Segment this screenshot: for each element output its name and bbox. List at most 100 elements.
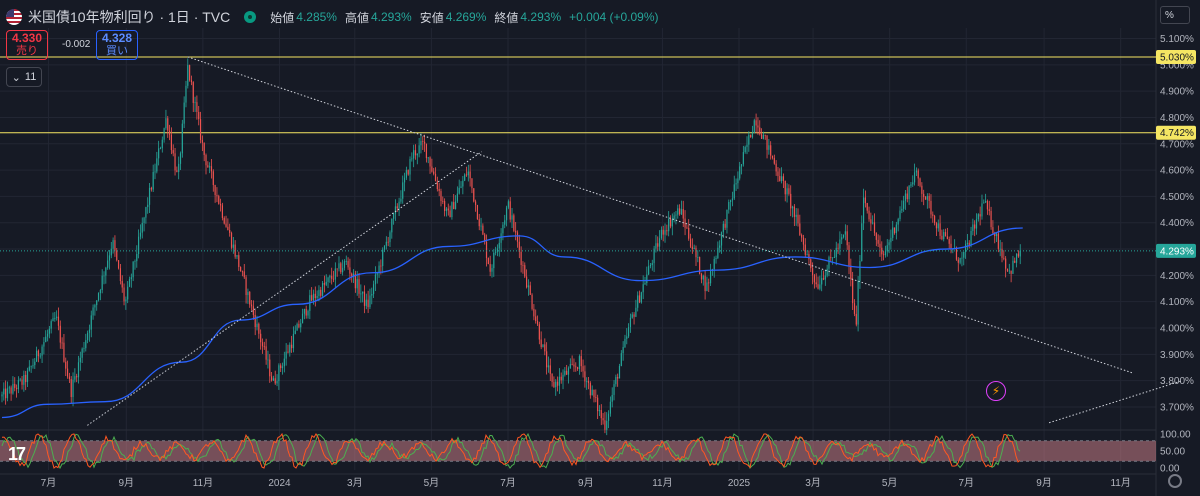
- symbol-title[interactable]: 米国債10年物利回り · 1日 · TVC: [28, 7, 230, 27]
- lightning-icon[interactable]: ⚡: [986, 381, 1006, 401]
- candle-body: [45, 336, 47, 343]
- candle-body: [342, 267, 344, 273]
- candle-body: [830, 257, 832, 259]
- candle-body: [453, 202, 455, 210]
- price-chart[interactable]: 7月 9月 11月 2024 3月 5月 7月 9月 11月 2025 3月 5月 7月 9月 11月 5.1…: [0, 0, 1200, 496]
- sell-label: 売り: [16, 45, 38, 57]
- candle-body: [912, 182, 914, 185]
- candle-body: [525, 276, 528, 288]
- candle-body: [974, 224, 976, 229]
- candle-body: [414, 150, 417, 156]
- candle-body: [462, 180, 464, 187]
- candle-body: [549, 365, 551, 374]
- candle-body: [134, 261, 136, 262]
- candle-body: [46, 333, 49, 337]
- candle-body: [130, 277, 132, 280]
- candle-body: [999, 248, 1001, 250]
- candle-body: [567, 368, 570, 375]
- candle-body: [101, 275, 103, 291]
- candle-body: [298, 323, 300, 328]
- settings-gear-icon[interactable]: [1168, 474, 1182, 488]
- candle-body: [254, 314, 256, 328]
- candle-body: [334, 268, 336, 280]
- candle-body: [498, 242, 500, 249]
- candle-body: [28, 366, 30, 371]
- candle-body: [81, 348, 83, 358]
- tradingview-logo-icon[interactable]: 17: [8, 444, 26, 465]
- candle-body: [138, 236, 140, 255]
- candle-body: [904, 193, 907, 201]
- candle-body: [551, 373, 553, 382]
- candle-body: [289, 344, 291, 353]
- candle-body: [460, 186, 462, 188]
- candle-body: [445, 208, 448, 211]
- candle-body: [163, 128, 165, 140]
- candle-body: [471, 178, 473, 189]
- candle-body: [283, 358, 285, 367]
- candle-body: [209, 166, 211, 168]
- candle-body: [848, 245, 850, 266]
- candle-body: [939, 223, 941, 236]
- candle-body: [449, 210, 451, 218]
- candle-body: [360, 293, 362, 295]
- x-tick-label: 7月: [500, 477, 516, 489]
- buy-button[interactable]: 4.328 買い: [96, 30, 138, 60]
- open-label: 始値: [270, 10, 295, 25]
- x-tick-label: 9月: [1036, 477, 1052, 489]
- candle-body: [713, 259, 715, 270]
- candle-body: [291, 344, 293, 349]
- candle-body: [88, 329, 91, 333]
- candle-body: [790, 193, 792, 209]
- x-tick-label: 5月: [424, 477, 440, 489]
- candle-body: [571, 364, 573, 365]
- oscillator-tick-label: 100.00: [1160, 430, 1191, 441]
- candle-body: [535, 316, 537, 322]
- candle-body: [39, 355, 41, 357]
- candle-body: [207, 165, 209, 168]
- candle-body: [842, 234, 845, 238]
- market-status-icon[interactable]: [244, 11, 257, 23]
- candle-body: [587, 380, 590, 384]
- candle-body: [935, 223, 938, 229]
- candle-body: [76, 376, 78, 378]
- y-tick-label: 5.100%: [1160, 34, 1194, 45]
- candle-body: [203, 142, 205, 155]
- candle-body: [801, 234, 803, 238]
- candle-body: [895, 224, 897, 234]
- candle-body: [143, 217, 145, 223]
- indicators-toggle-button[interactable]: ⌄ 11: [6, 67, 42, 87]
- candle-body: [995, 233, 998, 237]
- candle-body: [487, 258, 489, 265]
- buy-price: 4.328: [101, 31, 133, 45]
- candle-body: [192, 82, 194, 103]
- chevron-down-icon: ⌄: [11, 71, 21, 84]
- sell-button[interactable]: 4.330 売り: [6, 30, 48, 60]
- candle-body: [318, 289, 320, 296]
- y-tick-label: 4.600%: [1160, 166, 1194, 177]
- candle-body: [230, 232, 233, 248]
- candle-body: [576, 367, 579, 369]
- candle-body: [190, 80, 193, 83]
- candle-body: [844, 231, 846, 235]
- candle-body: [383, 245, 386, 250]
- candle-body: [957, 259, 959, 263]
- candle-body: [502, 224, 504, 234]
- y-tick-label: 3.900%: [1160, 350, 1194, 361]
- candle-body: [586, 380, 588, 382]
- candle-body: [108, 255, 111, 261]
- candle-body: [706, 282, 708, 292]
- candle-body: [649, 265, 652, 267]
- candle-body: [773, 157, 775, 164]
- x-tick-label: 3月: [805, 477, 821, 489]
- oscillator-tick-label: 0.00: [1160, 464, 1180, 475]
- y-tick-label: 4.200%: [1160, 271, 1194, 282]
- candle-body: [985, 201, 987, 203]
- candle-body: [992, 227, 994, 234]
- candle-body: [247, 291, 249, 296]
- candle-body: [702, 275, 704, 280]
- candle-body: [19, 379, 21, 381]
- unit-button[interactable]: %: [1160, 6, 1190, 24]
- candle-body: [700, 273, 703, 280]
- candle-body: [724, 223, 726, 228]
- candle-body: [759, 127, 761, 135]
